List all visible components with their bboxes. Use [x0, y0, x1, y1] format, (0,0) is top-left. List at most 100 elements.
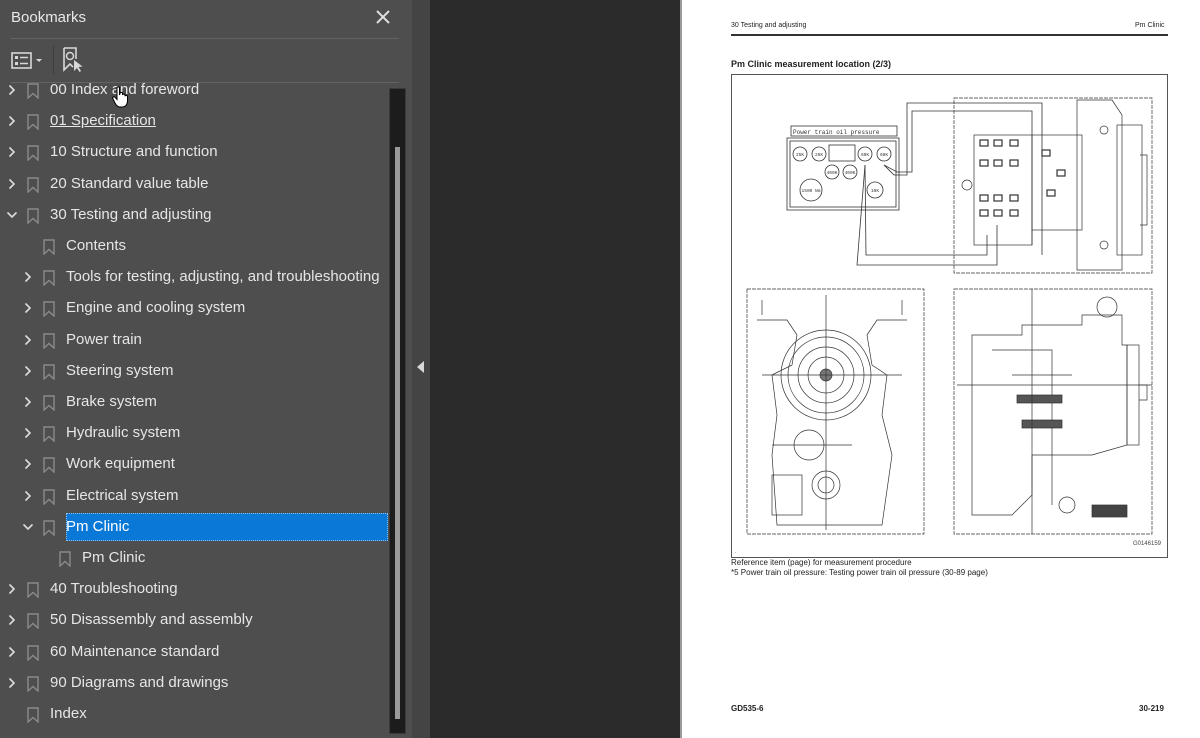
chevron-right-icon[interactable]	[6, 613, 18, 627]
bookmark-icon	[43, 270, 55, 287]
bookmark-item[interactable]: 01 Specification	[0, 106, 389, 137]
chevron-right-icon[interactable]	[22, 457, 34, 471]
chevron-right-icon[interactable]	[6, 582, 18, 596]
bookmark-label: 20 Standard value table	[50, 174, 209, 192]
transmission-side-view	[953, 288, 1153, 535]
page-header-section: 30 Testing and adjusting	[731, 22, 807, 29]
header-divider	[11, 38, 399, 39]
reference-item: *5 Power train oil pressure: Testing pow…	[731, 568, 988, 577]
find-current-bookmark-icon	[63, 47, 83, 72]
options-menu-button[interactable]	[11, 50, 47, 72]
chevron-right-icon[interactable]	[22, 270, 34, 284]
bookmark-item[interactable]: 30 Testing and adjusting	[0, 200, 389, 231]
bookmark-item[interactable]: Power train	[0, 325, 389, 356]
bookmark-item[interactable]: Work equipment	[0, 449, 389, 480]
bookmark-item[interactable]: Pm Clinic	[0, 543, 389, 574]
transmission-front-view	[746, 288, 925, 535]
collapse-left-icon	[417, 361, 424, 373]
gauge-label: 10K	[871, 188, 879, 194]
gauge-panel: Power train oil pressure	[786, 125, 900, 211]
bookmark-scrollbar[interactable]	[389, 88, 406, 734]
bookmark-tree: 00 Index and foreword 01 Specification 10 …	[0, 83, 389, 738]
bookmark-label: Engine and cooling system	[66, 299, 246, 317]
chevron-right-icon[interactable]	[6, 645, 18, 659]
chevron-right-icon[interactable]	[22, 301, 34, 315]
bookmark-item[interactable]: 20 Standard value table	[0, 169, 389, 200]
toolbar-separator	[53, 46, 54, 74]
chevron-right-icon[interactable]	[6, 676, 18, 690]
bookmark-item[interactable]: 60 Maintenance standard	[0, 637, 389, 668]
chevron-right-icon[interactable]	[22, 364, 34, 378]
bookmark-label: Steering system	[66, 361, 174, 379]
header-rule	[731, 34, 1168, 36]
scrollbar-thumb[interactable]	[395, 147, 400, 719]
bookmark-icon	[43, 488, 55, 506]
bookmark-icon	[27, 613, 39, 630]
chevron-down-icon[interactable]	[6, 208, 18, 222]
bookmark-label: 30 Testing and adjusting	[50, 205, 212, 223]
bookmark-icon	[27, 208, 39, 225]
chevron-right-icon[interactable]	[22, 333, 34, 347]
close-panel-button[interactable]	[372, 6, 394, 28]
gauge-panel-title: Power train oil pressure	[793, 129, 880, 136]
bookmark-label: Pm Clinic	[66, 517, 130, 535]
bookmark-item[interactable]: 90 Diagrams and drawings	[0, 668, 389, 699]
bookmark-item[interactable]: 00 Index and foreword	[0, 83, 389, 106]
panel-title: Bookmarks	[11, 9, 87, 26]
chevron-right-icon[interactable]	[6, 114, 18, 128]
bookmark-icon	[43, 395, 55, 412]
transmission-top-view	[953, 97, 1153, 274]
bookmark-icon	[27, 145, 39, 162]
figure-drawing: Power train oil pressure 25K 25K 60K 60K…	[735, 97, 1153, 555]
collapse-panel-handle[interactable]	[412, 0, 430, 738]
list-options-icon	[11, 52, 42, 69]
gauge-label: 60K	[880, 152, 888, 158]
gauge-label: 1500 Nm	[802, 188, 821, 194]
page-footer-model: GD535-6	[731, 704, 764, 713]
bookmark-label: Tools for testing, adjusting, and troubl…	[66, 268, 380, 286]
hose-lines	[856, 102, 1043, 266]
bookmark-item[interactable]: Engine and cooling system	[0, 293, 389, 324]
bookmark-label: Hydraulic system	[66, 424, 181, 442]
pdf-page: 30 Testing and adjusting Pm Clinic Pm Cl…	[680, 0, 1200, 738]
bookmark-label: 50 Disassembly and assembly	[50, 611, 253, 629]
chevron-right-icon[interactable]	[22, 426, 34, 440]
gauge-label: 60K	[861, 152, 869, 158]
bookmark-item[interactable]: Contents	[0, 231, 389, 262]
gauge-label: 400K	[827, 170, 838, 176]
bookmark-item[interactable]: Tools for testing, adjusting, and troubl…	[0, 262, 389, 293]
chevron-right-icon[interactable]	[6, 145, 18, 159]
svg-text:.: .	[735, 549, 736, 555]
bookmark-label: 90 Diagrams and drawings	[50, 673, 229, 691]
bookmark-label: 60 Maintenance standard	[50, 642, 220, 660]
bookmark-item[interactable]: Hydraulic system	[0, 418, 389, 449]
bookmark-icon	[43, 364, 55, 381]
reference-heading: Reference item (page) for measurement pr…	[731, 558, 912, 567]
chevron-right-icon[interactable]	[6, 177, 18, 191]
bookmark-item[interactable]: 50 Disassembly and assembly	[0, 605, 389, 636]
bookmark-item[interactable]: 10 Structure and function	[0, 137, 389, 168]
bookmark-icon	[27, 582, 39, 599]
bookmark-item[interactable]: Steering system	[0, 356, 389, 387]
bookmarks-toolbar	[0, 40, 412, 82]
measurement-location-figure: Power train oil pressure 25K 25K 60K 60K…	[731, 74, 1168, 558]
close-icon	[376, 10, 390, 24]
bookmark-icon	[43, 301, 55, 318]
bookmark-icon	[27, 83, 39, 100]
bookmark-label: 40 Troubleshooting	[50, 580, 178, 598]
chevron-right-icon[interactable]	[22, 489, 34, 503]
bookmark-label: Index	[50, 705, 87, 722]
bookmark-item[interactable]: Electrical system	[0, 481, 389, 512]
gauge-label: 400K	[845, 170, 856, 176]
chevron-right-icon[interactable]	[6, 83, 18, 97]
bookmark-item[interactable]: Brake system	[0, 387, 389, 418]
chevron-right-icon[interactable]	[22, 395, 34, 409]
find-current-bookmark-button[interactable]	[61, 46, 87, 74]
bookmarks-panel: Bookmarks 00 Index and foreword 01 Specif…	[0, 0, 412, 738]
bookmark-icon	[27, 676, 39, 693]
bookmark-item[interactable]: 40 Troubleshooting	[0, 574, 389, 605]
bookmark-icon	[27, 176, 39, 194]
chevron-down-icon[interactable]	[22, 520, 34, 534]
bookmark-item[interactable]: Pm Clinic	[0, 512, 389, 543]
bookmark-item[interactable]: Index	[0, 699, 389, 730]
